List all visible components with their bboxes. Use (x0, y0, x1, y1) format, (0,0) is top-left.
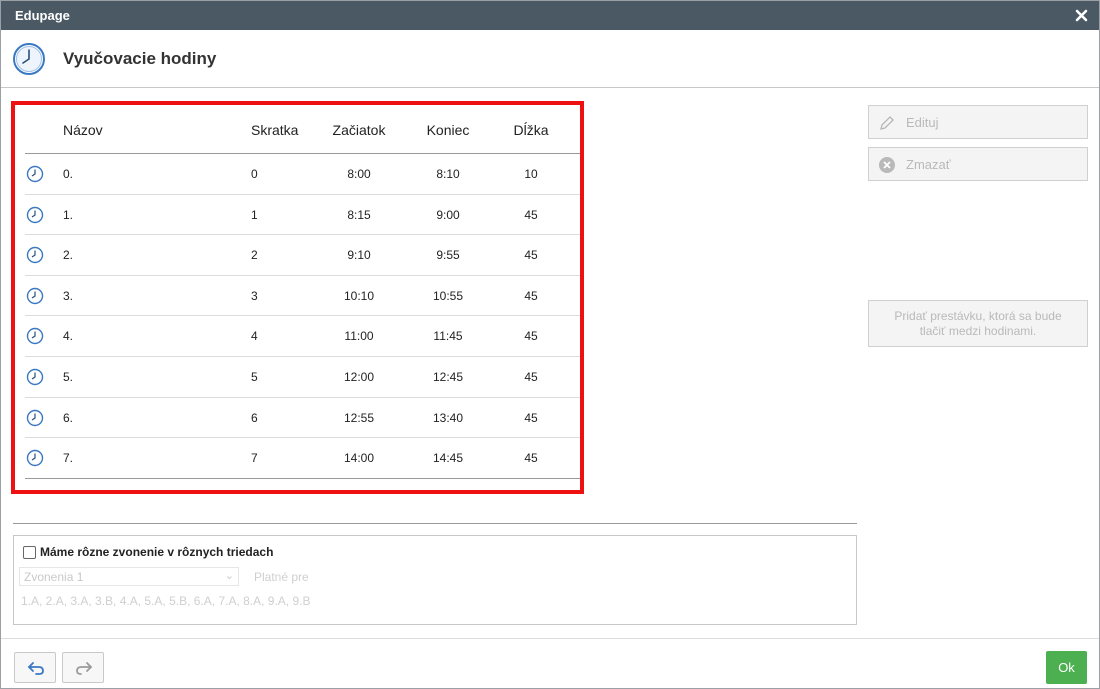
period-start: 12:55 (343, 410, 375, 425)
edit-button[interactable]: Edituj (868, 105, 1088, 139)
period-name: 3. (63, 288, 74, 303)
delete-button[interactable]: Zmazať (868, 147, 1088, 181)
period-end: 11:45 (433, 329, 463, 344)
period-end: 10:55 (432, 288, 464, 303)
periods-table: Názov Skratka Začiatok Koniec Dĺžka 0. 0… (11, 101, 584, 494)
period-start: 10:10 (343, 288, 375, 303)
clock-icon (26, 206, 44, 223)
close-icon (1075, 9, 1088, 22)
table-body: 0. 0 8:00 8:10 10 1. 1 8:15 9:00 45 2. 2… (25, 154, 580, 479)
add-break-button[interactable]: Pridať prestávku, ktorá sa bude tlačiť m… (868, 300, 1088, 347)
period-end: 13:40 (432, 410, 464, 425)
table-row[interactable]: 6. 6 12:55 13:40 45 (25, 398, 580, 439)
period-short: 2 (251, 248, 258, 263)
period-name: 5. (63, 369, 74, 384)
period-length: 45 (524, 410, 538, 425)
delete-circle-icon (879, 157, 895, 173)
different-bells-label[interactable]: Máme rôzne zvonenie v rôznych triedach (40, 545, 273, 559)
add-break-label-line1: Pridať prestávku, ktorá sa bude (894, 309, 1062, 323)
period-name: 7. (63, 451, 74, 466)
table-header: Názov Skratka Začiatok Koniec Dĺžka (25, 105, 580, 154)
undo-icon (27, 662, 44, 675)
period-start: 8:15 (347, 207, 371, 222)
clock-icon (26, 449, 44, 467)
dialog-window: Edupage Vyučovacie hodiny Názov Skratka … (0, 0, 1100, 689)
period-end: 9:00 (436, 207, 460, 222)
period-length: 45 (524, 451, 538, 466)
period-start: 11:00 (344, 329, 374, 344)
column-header-length[interactable]: Dĺžka (506, 122, 556, 138)
period-short: 3 (251, 288, 258, 303)
period-short: 1 (251, 207, 258, 222)
bells-options: Máme rôzne zvonenie v rôznych triedach Z… (13, 535, 857, 625)
redo-icon (76, 662, 93, 675)
period-short: 4 (251, 329, 258, 344)
edit-button-label: Edituj (906, 115, 939, 130)
add-break-label-line2: tlačiť medzi hodinami. (919, 324, 1037, 338)
clock-icon (13, 43, 45, 75)
clock-icon (26, 328, 44, 345)
period-end: 12:45 (432, 369, 464, 384)
column-header-start[interactable]: Začiatok (324, 122, 394, 138)
period-length: 45 (524, 248, 538, 263)
title-bar: Edupage (1, 1, 1099, 30)
period-end: 9:55 (436, 248, 460, 263)
period-short: 7 (251, 451, 258, 466)
window-title: Edupage (15, 8, 70, 23)
redo-button[interactable] (62, 652, 104, 683)
period-start: 9:10 (347, 248, 371, 263)
period-name: 6. (63, 410, 74, 425)
clock-icon (26, 287, 44, 304)
column-header-short[interactable]: Skratka (251, 122, 298, 138)
table-row[interactable]: 7. 7 14:00 14:45 45 (25, 438, 580, 479)
column-header-end[interactable]: Koniec (418, 122, 478, 138)
divider (13, 523, 857, 524)
table-row[interactable]: 1. 1 8:15 9:00 45 (25, 195, 580, 236)
dialog-footer: Ok (1, 638, 1099, 689)
page-header: Vyučovacie hodiny (1, 30, 1099, 88)
period-start: 14:00 (343, 451, 375, 466)
period-name: 2. (63, 248, 74, 263)
ok-button[interactable]: Ok (1046, 651, 1087, 684)
period-start: 8:00 (347, 167, 371, 181)
clock-icon (26, 246, 44, 264)
period-short: 5 (251, 369, 258, 384)
close-button[interactable] (1073, 5, 1091, 25)
clock-icon (26, 409, 44, 426)
table-row[interactable]: 4. 4 11:00 11:45 45 (25, 316, 580, 357)
clock-icon (26, 368, 44, 386)
page-title: Vyučovacie hodiny (63, 49, 217, 68)
clock-icon (26, 165, 44, 183)
classes-list: 1.A, 2.A, 3.A, 3.B, 4.A, 5.A, 5.B, 6.A, … (21, 594, 311, 608)
period-length: 45 (524, 207, 538, 222)
period-name: 1. (63, 207, 74, 222)
period-length: 45 (524, 369, 538, 384)
bells-select-value: Zvonenia 1 (24, 570, 84, 584)
table-row[interactable]: 0. 0 8:00 8:10 10 (25, 154, 580, 195)
period-end: 8:10 (436, 167, 460, 181)
chevron-down-icon: ⌄ (224, 570, 234, 582)
period-name: 4. (63, 329, 74, 344)
period-short: 0 (251, 167, 258, 181)
period-length: 45 (524, 329, 538, 344)
column-header-name[interactable]: Názov (63, 122, 103, 138)
period-name: 0. (63, 167, 74, 181)
undo-button[interactable] (14, 652, 56, 683)
table-row[interactable]: 3. 3 10:10 10:55 45 (25, 276, 580, 317)
table-row[interactable]: 5. 5 12:00 12:45 45 (25, 357, 580, 398)
delete-button-label: Zmazať (906, 157, 951, 172)
bells-select[interactable]: Zvonenia 1 ⌄ (19, 567, 239, 586)
period-start: 12:00 (343, 369, 375, 384)
different-bells-checkbox[interactable] (23, 546, 36, 559)
pencil-icon (880, 116, 894, 130)
table-row[interactable]: 2. 2 9:10 9:55 45 (25, 235, 580, 276)
period-length: 45 (524, 288, 538, 303)
period-short: 6 (251, 410, 258, 425)
period-end: 14:45 (432, 451, 464, 466)
period-length: 10 (524, 167, 538, 181)
valid-for-label: Platné pre (254, 570, 309, 584)
